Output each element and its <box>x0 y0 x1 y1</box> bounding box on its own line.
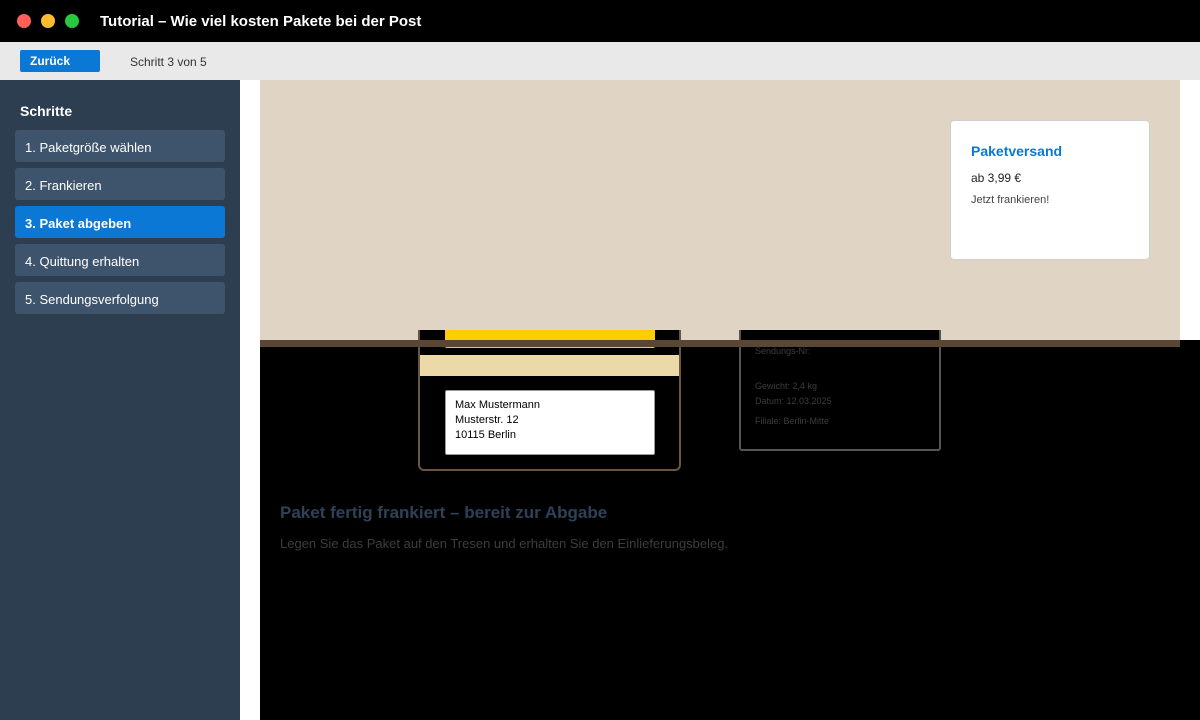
message-title: Paket fertig frankiert – bereit zur Abga… <box>280 503 608 522</box>
receipt-date: Datum: 12.03.2025 <box>755 396 832 406</box>
parcel-tape <box>420 355 679 376</box>
receipt: Sendungs-Nr: Gewicht: 2,4 kg Datum: 12.0… <box>739 330 941 451</box>
sidebar-step-3[interactable]: 3. Paket abgeben <box>15 206 225 238</box>
close-window-button[interactable] <box>17 14 31 28</box>
address-city: 10115 Berlin <box>455 429 516 441</box>
receipt-branch: Filiale: Berlin-Mitte <box>755 416 830 426</box>
window-title: Tutorial – Wie viel kosten Pakete bei de… <box>100 13 422 30</box>
counter-edge <box>260 340 1180 347</box>
content-right-edge <box>1180 80 1200 340</box>
promo-price: ab 3,99 € <box>971 171 1022 185</box>
maximize-window-button[interactable] <box>65 14 79 28</box>
promo-card[interactable]: Paketversand ab 3,99 € Jetzt frankieren! <box>950 120 1150 260</box>
sidebar-step-label: 2. Frankieren <box>25 178 102 193</box>
message-subtitle: Legen Sie das Paket auf den Tresen und e… <box>280 536 729 551</box>
sidebar-step-1[interactable]: 1. Paketgröße wählen <box>15 130 225 162</box>
sidebar-step-5[interactable]: 5. Sendungsverfolgung <box>15 282 225 314</box>
title-bar: Tutorial – Wie viel kosten Pakete bei de… <box>0 0 1200 42</box>
promo-title: Paketversand <box>971 143 1063 159</box>
minimize-window-button[interactable] <box>41 14 55 28</box>
sidebar-step-label: 1. Paketgröße wählen <box>25 140 152 155</box>
sidebar-step-label: 3. Paket abgeben <box>25 216 132 231</box>
address-label: Max Mustermann Musterstr. 12 10115 Berli… <box>445 390 655 455</box>
address-name: Max Mustermann <box>455 399 540 411</box>
sidebar-step-2[interactable]: 2. Frankieren <box>15 168 225 200</box>
address-street: Musterstr. 12 <box>455 414 519 426</box>
receipt-weight: Gewicht: 2,4 kg <box>755 381 818 391</box>
sidebar-heading: Schritte <box>20 103 73 119</box>
step-indicator: Schritt 3 von 5 <box>130 55 207 69</box>
sidebar-step-label: 5. Sendungsverfolgung <box>25 292 159 307</box>
content-gutter <box>240 80 260 720</box>
receipt-tracking: Sendungs-Nr: <box>755 346 811 356</box>
back-button[interactable]: Zurück <box>20 50 100 72</box>
sidebar-step-4[interactable]: 4. Quittung erhalten <box>15 244 225 276</box>
toolbar: Zurück Schritt 3 von 5 <box>0 42 1200 80</box>
sidebar-step-label: 4. Quittung erhalten <box>25 254 140 269</box>
post-office-scene: Paketversand ab 3,99 € Jetzt frankieren! <box>260 80 1180 340</box>
tutorial-stage: Paketversand ab 3,99 € Jetzt frankieren!… <box>260 80 1200 720</box>
sidebar: Schritte 1. Paketgröße wählen 2. Frankie… <box>0 80 240 720</box>
parcel[interactable]: Max Mustermann Musterstr. 12 10115 Berli… <box>418 330 681 471</box>
promo-cta: Jetzt frankieren! <box>971 194 1050 206</box>
